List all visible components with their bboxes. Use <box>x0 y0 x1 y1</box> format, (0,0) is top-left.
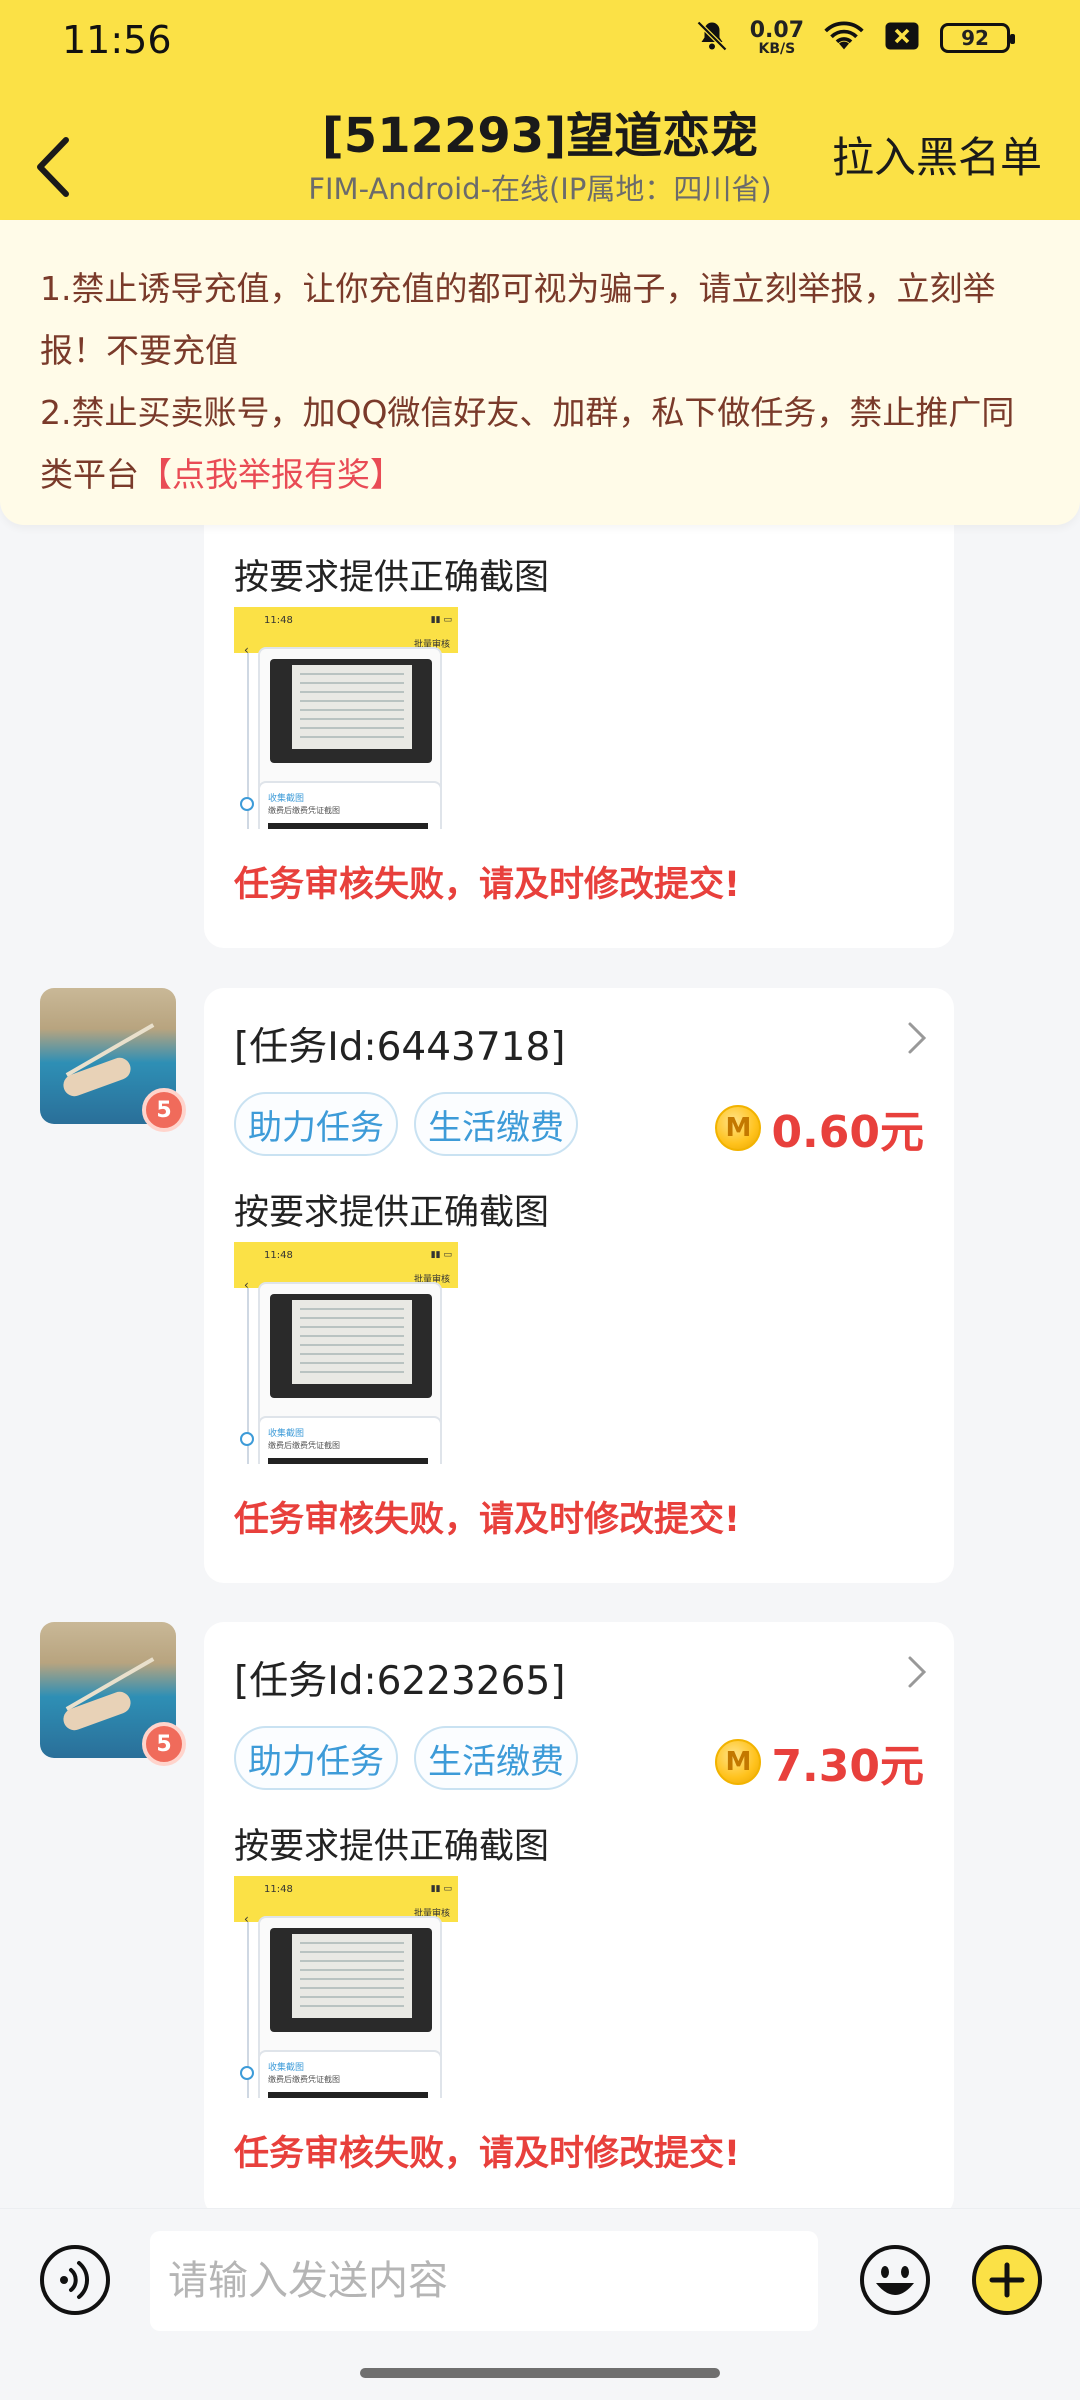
task-tags: 助力任务 生活缴费 <box>234 1092 578 1156</box>
tag-assist: 助力任务 <box>234 1726 398 1790</box>
coin-icon: M <box>715 1739 762 1785</box>
chat-list[interactable]: 按要求提供正确截图 11:48 ▮▮ ▭ 批量审核 ‹ 收集截图 缴费后缴费凭证截图 … <box>0 525 1080 2208</box>
task-card[interactable]: [任务Id:6223265] 助力任务 生活缴费 M 7.30元 按要求提供正确… <box>204 1622 954 2208</box>
chevron-right-icon <box>908 1656 927 1688</box>
wifi-icon <box>824 20 864 56</box>
battery-icon: 92 <box>940 23 1015 53</box>
task-instruction: 按要求提供正确截图 <box>234 1193 550 1233</box>
tag-bill-payment: 生活缴费 <box>414 1092 578 1156</box>
reward-amount: 0.60元 <box>771 1107 924 1158</box>
warning-notice: 1.禁止诱导充值，让你充值的都可视为骗子，请立刻举报，立刻举报！不要充值 2.禁… <box>0 220 1080 525</box>
tag-assist: 助力任务 <box>234 1092 398 1156</box>
voice-icon[interactable] <box>38 2243 112 2317</box>
no-sim-icon <box>884 21 920 55</box>
net-speed: 0.07 KB/S <box>749 18 804 57</box>
input-bar <box>0 2208 1080 2350</box>
review-failed-text: 任务审核失败，请及时修改提交! <box>234 865 740 905</box>
task-instruction: 按要求提供正确截图 <box>234 558 550 598</box>
level-badge: 5 <box>142 1088 186 1132</box>
blacklist-button[interactable]: 拉入黑名单 <box>832 124 1042 185</box>
plus-icon[interactable] <box>970 2243 1044 2317</box>
screenshot-thumbnail[interactable]: 11:48 ▮▮ ▭ 批量审核 ‹ 收集截图 缴费后缴费凭证截图 <box>234 1242 458 1464</box>
reward-amount: 7.30元 <box>771 1741 924 1792</box>
coin-icon: M <box>715 1105 762 1151</box>
screenshot-thumbnail[interactable]: 11:48 ▮▮ ▭ 批量审核 ‹ 收集截图 缴费后缴费凭证截图 <box>234 1876 458 2098</box>
notice-line-1: 1.禁止诱导充值，让你充值的都可视为骗子，请立刻举报，立刻举报！不要充值 <box>40 269 996 370</box>
notice-line-2: 2.禁止买卖账号，加QQ微信好友、加群，私下做任务，禁止推广同类平台【点我举报有… <box>40 393 1015 494</box>
task-id: [任务Id:6443718] <box>234 1025 566 1070</box>
task-tags: 助力任务 生活缴费 <box>234 1726 578 1790</box>
mute-icon <box>694 18 730 58</box>
task-reward: M 7.30元 <box>715 1730 924 1794</box>
screenshot-thumbnail[interactable]: 11:48 ▮▮ ▭ 批量审核 ‹ 收集截图 缴费后缴费凭证截图 <box>234 607 458 829</box>
level-badge: 5 <box>142 1722 186 1766</box>
review-failed-text: 任务审核失败，请及时修改提交! <box>234 2134 740 2174</box>
task-card[interactable]: 按要求提供正确截图 11:48 ▮▮ ▭ 批量审核 ‹ 收集截图 缴费后缴费凭证截图 … <box>204 525 954 948</box>
emoji-icon[interactable] <box>858 2243 932 2317</box>
report-link[interactable]: 【点我举报有奖】 <box>139 455 403 494</box>
status-bar: 11:56 0.07 KB/S 92 <box>0 0 1080 82</box>
home-indicator[interactable] <box>360 2368 720 2378</box>
review-failed-text: 任务审核失败，请及时修改提交! <box>234 1500 740 1540</box>
task-card[interactable]: [任务Id:6443718] 助力任务 生活缴费 M 0.60元 按要求提供正确… <box>204 988 954 1583</box>
tag-bill-payment: 生活缴费 <box>414 1726 578 1790</box>
task-instruction: 按要求提供正确截图 <box>234 1827 550 1867</box>
message-input[interactable] <box>150 2231 818 2331</box>
chat-header: [512293]望道恋宠 FIM-Android-在线(IP属地：四川省) 拉入… <box>0 82 1080 220</box>
chevron-right-icon <box>908 1022 927 1054</box>
status-time: 11:56 <box>62 18 172 62</box>
task-id: [任务Id:6223265] <box>234 1659 566 1704</box>
task-reward: M 0.60元 <box>715 1096 924 1160</box>
